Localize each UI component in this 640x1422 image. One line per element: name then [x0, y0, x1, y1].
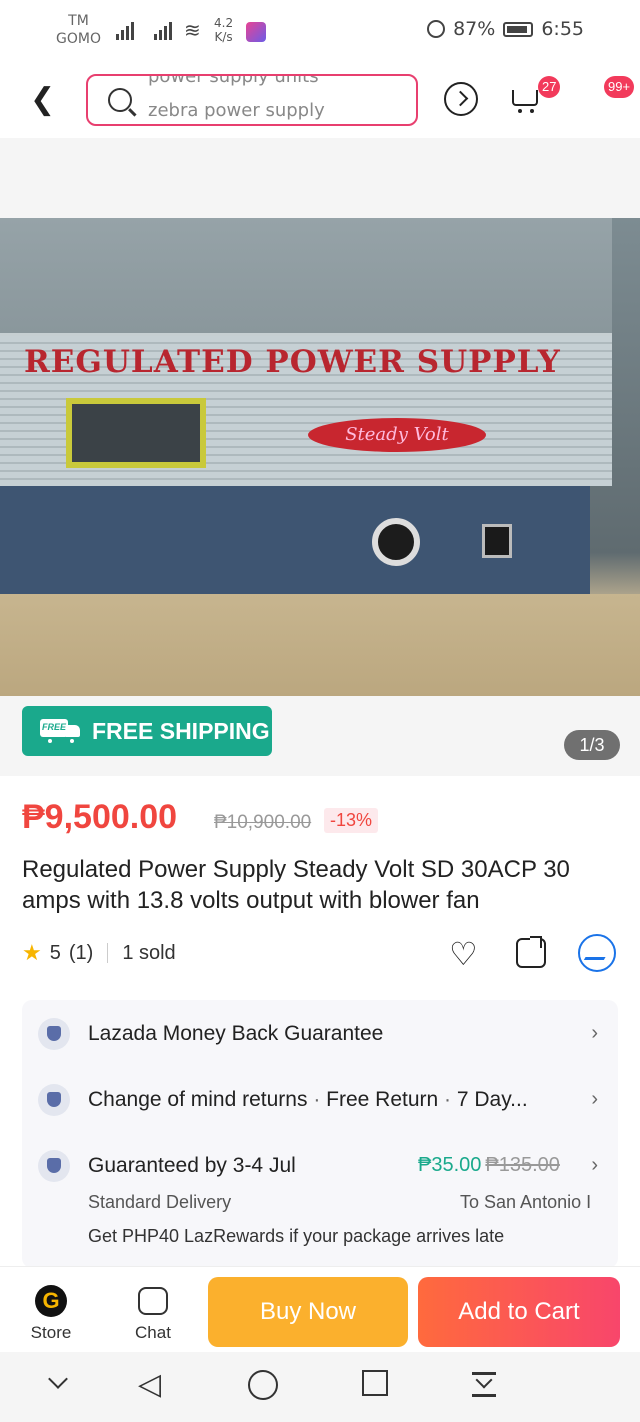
share-icon[interactable]	[516, 936, 546, 968]
photo-brand: Steady Volt	[308, 418, 486, 452]
bottom-action-bar: G Store Chat Buy Now Add to Cart	[0, 1266, 640, 1352]
chevron-right-icon: ›	[591, 1088, 598, 1110]
photo-meter	[66, 398, 206, 468]
rating-count: (1)	[68, 941, 94, 964]
shipping-fee-old: ₱135.00	[485, 1154, 560, 1176]
signal-icon-2	[154, 22, 172, 40]
store-button[interactable]: G Store	[16, 1285, 86, 1343]
wifi-icon: ≋	[184, 18, 201, 42]
status-bar: TM GOMO ≋ 4.2 K/s 87% 6:55	[0, 0, 640, 60]
carrier-line-1: TM	[68, 13, 89, 29]
check-shield-icon	[38, 1084, 70, 1116]
sold-count: 1 sold	[122, 941, 176, 964]
alarm-icon	[427, 20, 446, 38]
shipping-fee-value: ₱35.00	[418, 1154, 482, 1176]
shield-icon	[38, 1018, 70, 1050]
free-tag: FREE	[42, 722, 67, 732]
notification-app-icon	[246, 22, 266, 42]
buy-now-button[interactable]: Buy Now	[208, 1277, 408, 1347]
lazrewards-note: Get PHP40 LazRewards if your package arr…	[88, 1226, 505, 1246]
signal-icon	[116, 22, 134, 40]
product-photo[interactable]: Steady Volt REGULATED POWER SUPPLY	[0, 218, 640, 696]
wishlist-heart-icon[interactable]: ♡	[449, 938, 485, 970]
rating-value: 5	[49, 941, 61, 964]
more-badge: 99+	[604, 76, 635, 98]
original-price: ₱10,900.00	[214, 812, 312, 833]
photo-label: REGULATED POWER SUPPLY	[24, 344, 561, 380]
messenger-icon[interactable]	[578, 934, 616, 972]
carrier-name: TM GOMO	[56, 12, 101, 48]
shipping-fee: ₱35.00 ₱135.00	[418, 1154, 560, 1177]
search-query-line-1: power supply units	[148, 74, 319, 87]
current-price: ₱9,500.00	[22, 798, 178, 836]
back-icon[interactable]: ❮	[30, 82, 55, 117]
store-icon: G	[35, 1285, 67, 1317]
photo-floor	[0, 594, 640, 696]
image-pager: 1/3	[564, 730, 620, 760]
status-right: 87% 6:55	[427, 18, 584, 40]
add-to-cart-button[interactable]: Add to Cart	[418, 1277, 620, 1347]
search-query-line-2: zebra power supply	[148, 100, 325, 121]
returns-days: 7 Day...	[456, 1088, 528, 1111]
chat-label: Chat	[135, 1323, 171, 1342]
carrier-line-2: GOMO	[56, 31, 101, 47]
delivery-icon	[38, 1150, 70, 1182]
network-speed: 4.2 K/s	[214, 16, 233, 44]
top-header: ❮ power supply units zebra power supply …	[0, 60, 640, 178]
truck-icon: FREE	[32, 717, 82, 745]
discount-badge: -13%	[324, 808, 379, 833]
chat-button[interactable]: Chat	[118, 1285, 188, 1343]
battery-icon	[503, 21, 534, 37]
search-bar[interactable]: power supply units zebra power supply	[86, 74, 418, 126]
free-shipping-label: FREE SHIPPING	[92, 717, 270, 744]
battery-percent: 87%	[453, 18, 496, 40]
delivery-label: Guaranteed by 3-4 Jul	[88, 1154, 296, 1177]
returns-free: Free Return	[326, 1088, 439, 1111]
photo-switch	[482, 524, 512, 558]
chat-icon	[138, 1287, 168, 1315]
free-shipping-badge: FREE FREE SHIPPING	[22, 706, 272, 756]
delivery-type: Standard Delivery	[88, 1192, 232, 1212]
nav-download-icon[interactable]	[472, 1370, 498, 1396]
photo-unit-top	[0, 218, 612, 336]
nav-home-icon[interactable]	[248, 1370, 278, 1400]
store-label: Store	[30, 1323, 72, 1342]
star-icon: ★	[22, 940, 42, 965]
speed-unit: K/s	[214, 30, 233, 44]
money-back-label: Lazada Money Back Guarantee	[88, 1022, 384, 1045]
chevron-right-icon: ›	[591, 1154, 598, 1176]
chevron-down-icon[interactable]	[46, 1370, 72, 1396]
rating-row[interactable]: ★ 5 (1) 1 sold	[22, 940, 176, 966]
photo-knob	[372, 518, 420, 566]
chevron-right-icon: ›	[591, 1022, 598, 1044]
search-icon	[108, 88, 132, 112]
returns-policy: Change of mind returns	[88, 1088, 308, 1111]
returns-label: Change of mind returns · Free Return · 7…	[88, 1088, 528, 1111]
nav-recents-icon[interactable]	[362, 1370, 388, 1396]
divider	[107, 943, 109, 963]
product-title: Regulated Power Supply Steady Volt SD 30…	[22, 856, 570, 914]
nav-back-icon[interactable]: ◁	[138, 1370, 161, 1400]
share-refresh-icon[interactable]	[444, 82, 478, 116]
system-nav-bar: ◁	[0, 1352, 640, 1422]
product-gallery[interactable]: Steady Volt REGULATED POWER SUPPLY	[0, 138, 640, 776]
speed-value: 4.2	[214, 16, 234, 30]
delivery-destination: To San Antonio I	[460, 1192, 592, 1212]
service-card: Lazada Money Back Guarantee › Change of …	[22, 1000, 618, 1268]
clock: 6:55	[541, 18, 584, 40]
